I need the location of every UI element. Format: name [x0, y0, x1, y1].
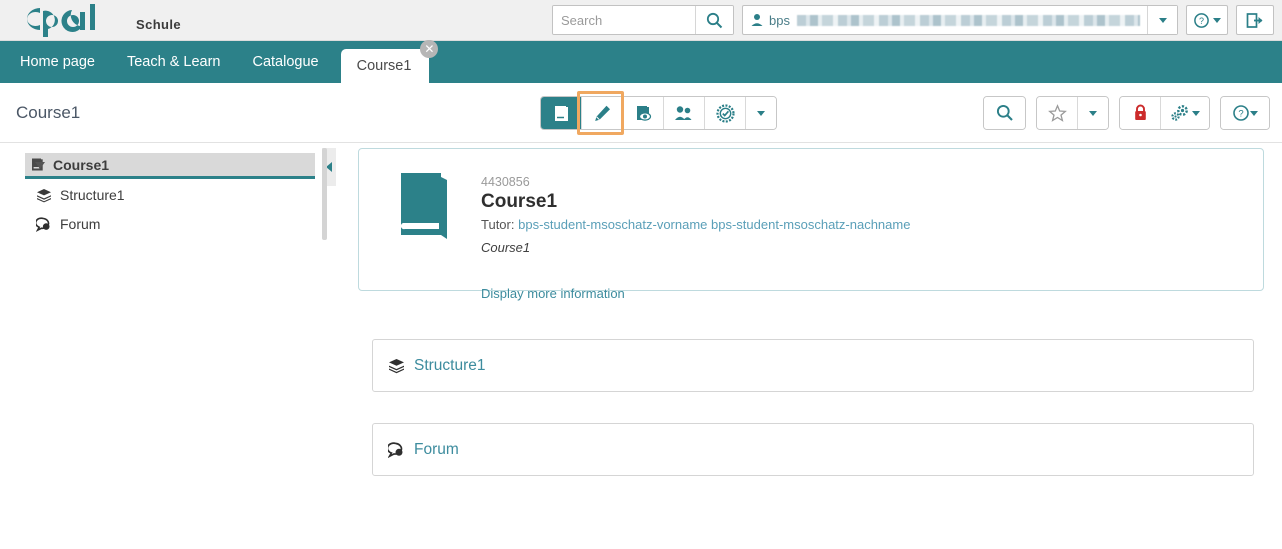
book-large-icon	[395, 171, 457, 243]
user-name-prefix: bps	[769, 13, 790, 28]
course-preview-button[interactable]	[623, 97, 664, 129]
bookmark-dropdown[interactable]	[1078, 97, 1108, 129]
course-tutor-label: Tutor:	[481, 217, 514, 232]
nav-item-teach-learn[interactable]: Teach & Learn	[111, 41, 237, 83]
course-toolbar: Course1	[0, 83, 1282, 143]
forum-icon	[36, 217, 52, 232]
header-controls: bps ?	[552, 5, 1274, 35]
nav-item-home[interactable]: Home page	[4, 41, 111, 83]
nav-item-catalogue[interactable]: Catalogue	[236, 41, 334, 83]
search-icon	[706, 12, 723, 29]
brand-subtitle: Schule	[136, 17, 181, 38]
chevron-collapse-icon[interactable]	[35, 162, 45, 169]
nav-tab-course1[interactable]: Course1 ✕	[341, 49, 430, 83]
lock-icon	[1133, 104, 1148, 122]
badge-check-icon	[716, 104, 735, 123]
sidebar-item-forum-label: Forum	[60, 216, 100, 232]
svg-text:?: ?	[1238, 109, 1243, 120]
status-settings-group	[1119, 96, 1210, 130]
course-run-button[interactable]	[541, 97, 582, 129]
help-circle-icon: ?	[1193, 12, 1210, 29]
main-navigation: Home page Teach & Learn Catalogue Course…	[0, 41, 1282, 83]
user-name-display[interactable]: bps	[743, 6, 1147, 34]
gears-icon	[1170, 104, 1192, 123]
search-icon	[996, 104, 1014, 122]
course-card-icon-wrap	[377, 165, 457, 274]
course-members-button[interactable]	[664, 97, 705, 129]
forum-icon	[388, 442, 405, 458]
content-node-forum[interactable]: Forum	[372, 423, 1254, 476]
chevron-down-icon	[1089, 111, 1097, 116]
top-header: Schule bps	[0, 0, 1282, 41]
nav-tab-course1-label: Course1	[357, 58, 412, 74]
sidebar-item-structure1[interactable]: Structure1	[0, 182, 322, 208]
chevron-down-icon	[1250, 111, 1258, 116]
header-help-button[interactable]: ?	[1186, 5, 1228, 35]
user-name-redacted	[797, 15, 1140, 26]
chevron-down-icon	[1192, 111, 1200, 116]
content-node-forum-wrap: Forum	[358, 423, 1272, 476]
course-more-dropdown[interactable]	[746, 97, 776, 129]
course-action-buttons	[540, 96, 777, 130]
course-info-card: 4430856 Course1 Tutor: bps-student-msosc…	[358, 148, 1264, 291]
book-eye-icon	[634, 104, 653, 123]
course-edit-button[interactable]	[582, 97, 623, 129]
settings-button[interactable]	[1161, 97, 1209, 129]
content-node-forum-label[interactable]: Forum	[414, 441, 459, 459]
people-icon	[674, 104, 694, 123]
user-menu-dropdown[interactable]	[1147, 6, 1177, 34]
course-action-group	[540, 96, 777, 130]
course-search-button[interactable]	[984, 97, 1025, 129]
svg-text:?: ?	[1199, 16, 1204, 26]
bookmark-group	[1036, 96, 1109, 130]
content-node-structure1-wrap: Structure1	[358, 339, 1272, 392]
page-body: Course1 Structure1 Forum	[0, 143, 1282, 549]
opal-logo-icon	[10, 2, 130, 38]
pencil-icon	[593, 104, 612, 123]
logout-icon	[1246, 12, 1264, 29]
layers-icon	[36, 188, 52, 203]
chevron-down-icon	[757, 111, 765, 116]
course-id: 4430856	[481, 175, 910, 189]
logout-button[interactable]	[1236, 5, 1274, 35]
sidebar-scrollbar[interactable]	[322, 148, 327, 240]
search-input[interactable]	[553, 6, 695, 34]
course-search-group	[983, 96, 1026, 130]
course-help-button[interactable]: ?	[1221, 97, 1269, 129]
user-menu[interactable]: bps	[742, 5, 1178, 35]
chevron-down-icon	[1159, 18, 1167, 23]
star-icon	[1048, 104, 1067, 123]
bookmark-button[interactable]	[1037, 97, 1078, 129]
sidebar-item-course1-label: Course1	[53, 157, 109, 173]
toolbar-right-controls: ?	[983, 96, 1270, 130]
lock-button[interactable]	[1120, 97, 1161, 129]
user-icon	[750, 13, 764, 27]
content-node-structure1-label[interactable]: Structure1	[414, 357, 486, 375]
sidebar-item-course1[interactable]: Course1	[25, 153, 315, 179]
course-tree-sidebar: Course1 Structure1 Forum	[0, 143, 322, 549]
course-content: 4430856 Course1 Tutor: bps-student-msosc…	[336, 143, 1282, 549]
book-icon	[552, 104, 571, 123]
close-icon[interactable]: ✕	[420, 40, 438, 58]
sidebar-item-structure1-label: Structure1	[60, 187, 125, 203]
course-title: Course1	[481, 191, 910, 213]
global-search[interactable]	[552, 5, 734, 35]
course-certificate-button[interactable]	[705, 97, 746, 129]
content-node-structure1[interactable]: Structure1	[372, 339, 1254, 392]
layers-icon	[388, 358, 405, 374]
course-description: Course1	[481, 240, 910, 255]
course-tutor-row: Tutor: bps-student-msoschatz-vorname bps…	[481, 217, 910, 232]
page-title: Course1	[0, 103, 80, 123]
course-card-details: 4430856 Course1 Tutor: bps-student-msosc…	[481, 165, 910, 274]
chevron-down-icon	[1213, 18, 1221, 23]
course-tutor-link[interactable]: bps-student-msoschatz-vorname bps-studen…	[518, 217, 910, 232]
brand-logo[interactable]: Schule	[0, 2, 181, 38]
sidebar-item-forum[interactable]: Forum	[0, 211, 322, 237]
search-submit-button[interactable]	[695, 6, 733, 34]
help-circle-icon: ?	[1232, 104, 1250, 122]
display-more-information-link[interactable]: Display more information	[481, 286, 625, 301]
course-help-group: ?	[1220, 96, 1270, 130]
